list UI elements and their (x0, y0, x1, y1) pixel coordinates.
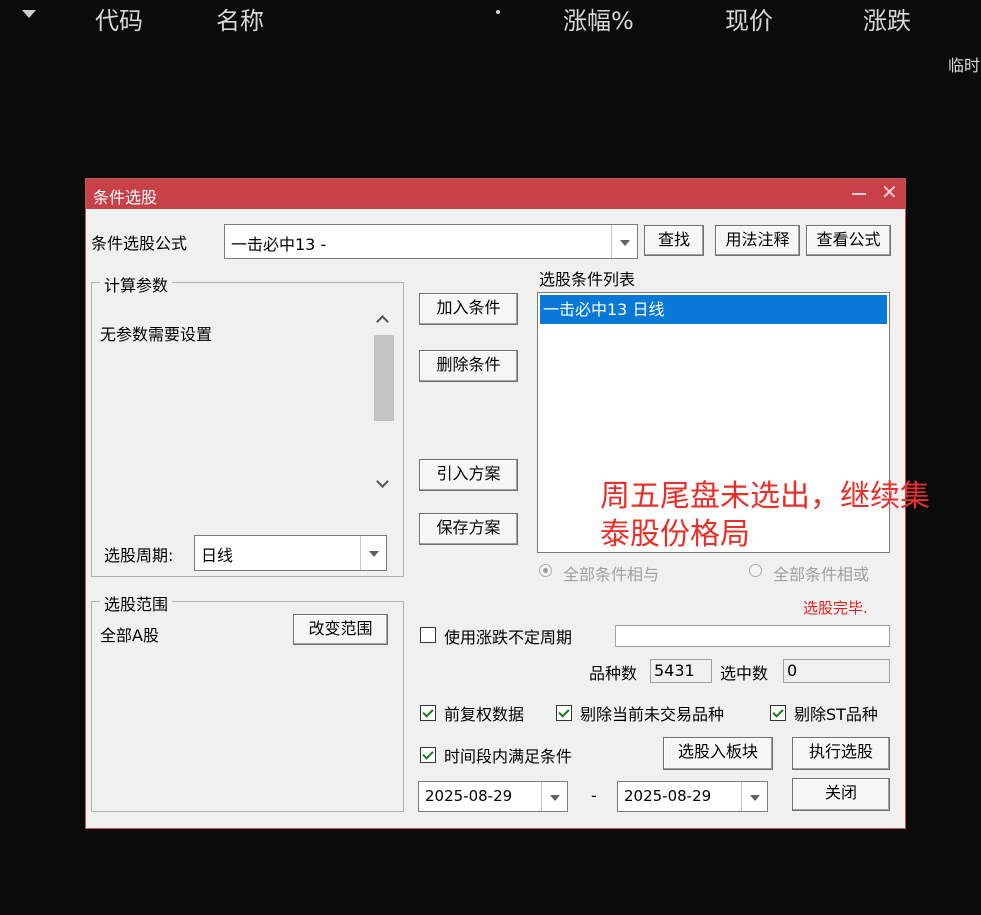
chevron-down-icon[interactable] (360, 536, 386, 570)
find-button[interactable]: 查找 (644, 225, 704, 256)
chevron-down-icon[interactable] (741, 782, 767, 811)
column-price[interactable]: 现价 (725, 6, 773, 36)
column-change-pct[interactable]: 涨幅% (563, 6, 634, 36)
to-block-button[interactable]: 选股入板块 (663, 737, 773, 770)
chevron-down-icon[interactable] (611, 225, 637, 258)
minimize-icon[interactable] (852, 193, 866, 195)
variable-period-input[interactable] (615, 625, 890, 647)
timerange-label: 时间段内满足条件 (444, 747, 573, 766)
period-select[interactable]: 日线 (194, 535, 387, 571)
date-separator: - (591, 786, 597, 805)
exclude-st-checkbox[interactable] (770, 705, 786, 721)
change-scope-button[interactable]: 改变范围 (293, 614, 388, 645)
params-text: 无参数需要设置 (100, 325, 213, 344)
scroll-up-icon[interactable] (376, 315, 389, 328)
radio-and[interactable] (539, 564, 552, 577)
formula-label: 条件选股公式 (91, 234, 188, 253)
scope-value: 全部A股 (100, 626, 159, 645)
import-scheme-button[interactable]: 引入方案 (419, 459, 518, 491)
temp-label: 临时 (948, 56, 981, 75)
column-name[interactable]: 名称 (216, 6, 264, 36)
dialog-titlebar[interactable]: 条件选股 ✕ (86, 179, 905, 209)
usage-note-button[interactable]: 用法注释 (715, 225, 800, 256)
exclude-nontrading-label: 剔除当前未交易品种 (580, 705, 725, 724)
condition-list-label: 选股条件列表 (539, 270, 636, 289)
count-value: 5431 (650, 659, 712, 683)
selected-label: 选中数 (720, 664, 769, 683)
annotation-line-2: 泰股份格局 (600, 517, 750, 552)
status-text: 选股完毕. (803, 599, 868, 617)
adjust-label: 前复权数据 (444, 705, 525, 724)
sort-dot-icon (496, 10, 500, 14)
count-label: 品种数 (589, 664, 638, 683)
exclude-nontrading-checkbox[interactable] (556, 705, 572, 721)
date-from-select[interactable]: 2025-08-29 (418, 781, 568, 812)
period-value: 日线 (201, 546, 234, 565)
period-label: 选股周期: (104, 546, 174, 565)
view-formula-button[interactable]: 查看公式 (806, 225, 891, 256)
date-to-value: 2025-08-29 (624, 787, 712, 805)
header-dropdown-icon[interactable] (22, 10, 36, 18)
radio-and-label: 全部条件相与 (563, 565, 660, 584)
params-group-title: 计算参数 (100, 272, 173, 296)
annotation-text: 周五尾盘未选出，继续集 泰股份格局 (600, 478, 930, 554)
save-scheme-button[interactable]: 保存方案 (419, 513, 518, 545)
params-group: 计算参数 无参数需要设置 选股周期: 日线 (91, 272, 404, 577)
column-change[interactable]: 涨跌 (863, 6, 911, 36)
scroll-thumb[interactable] (374, 335, 394, 421)
variable-period-checkbox[interactable] (420, 627, 436, 643)
radio-or[interactable] (749, 564, 762, 577)
delete-condition-button[interactable]: 删除条件 (419, 350, 518, 382)
add-condition-button[interactable]: 加入条件 (419, 293, 518, 325)
scope-group: 选股范围 全部A股 改变范围 (91, 591, 404, 812)
run-selection-button[interactable]: 执行选股 (792, 737, 890, 770)
selected-value: 0 (783, 659, 890, 683)
params-scrollbar[interactable] (372, 311, 396, 493)
exclude-st-label: 剔除ST品种 (794, 705, 878, 724)
dialog-title: 条件选股 (93, 188, 158, 207)
list-item[interactable]: 一击必中13 日线 (540, 295, 887, 324)
date-from-value: 2025-08-29 (425, 787, 513, 805)
date-to-select[interactable]: 2025-08-29 (617, 781, 768, 812)
radio-or-label: 全部条件相或 (773, 565, 870, 584)
timerange-checkbox[interactable] (420, 747, 436, 763)
close-icon[interactable]: ✕ (881, 180, 898, 204)
close-button[interactable]: 关闭 (792, 778, 890, 811)
scope-group-title: 选股范围 (100, 591, 173, 615)
annotation-line-1: 周五尾盘未选出，继续集 (600, 479, 930, 514)
scroll-down-icon[interactable] (376, 475, 389, 488)
formula-select[interactable]: 一击必中13 - (224, 224, 638, 259)
adjust-checkbox[interactable] (420, 705, 436, 721)
column-code[interactable]: 代码 (95, 6, 143, 36)
formula-value: 一击必中13 - (231, 235, 327, 254)
variable-period-label: 使用涨跌不定周期 (444, 628, 573, 647)
chevron-down-icon[interactable] (541, 782, 567, 811)
